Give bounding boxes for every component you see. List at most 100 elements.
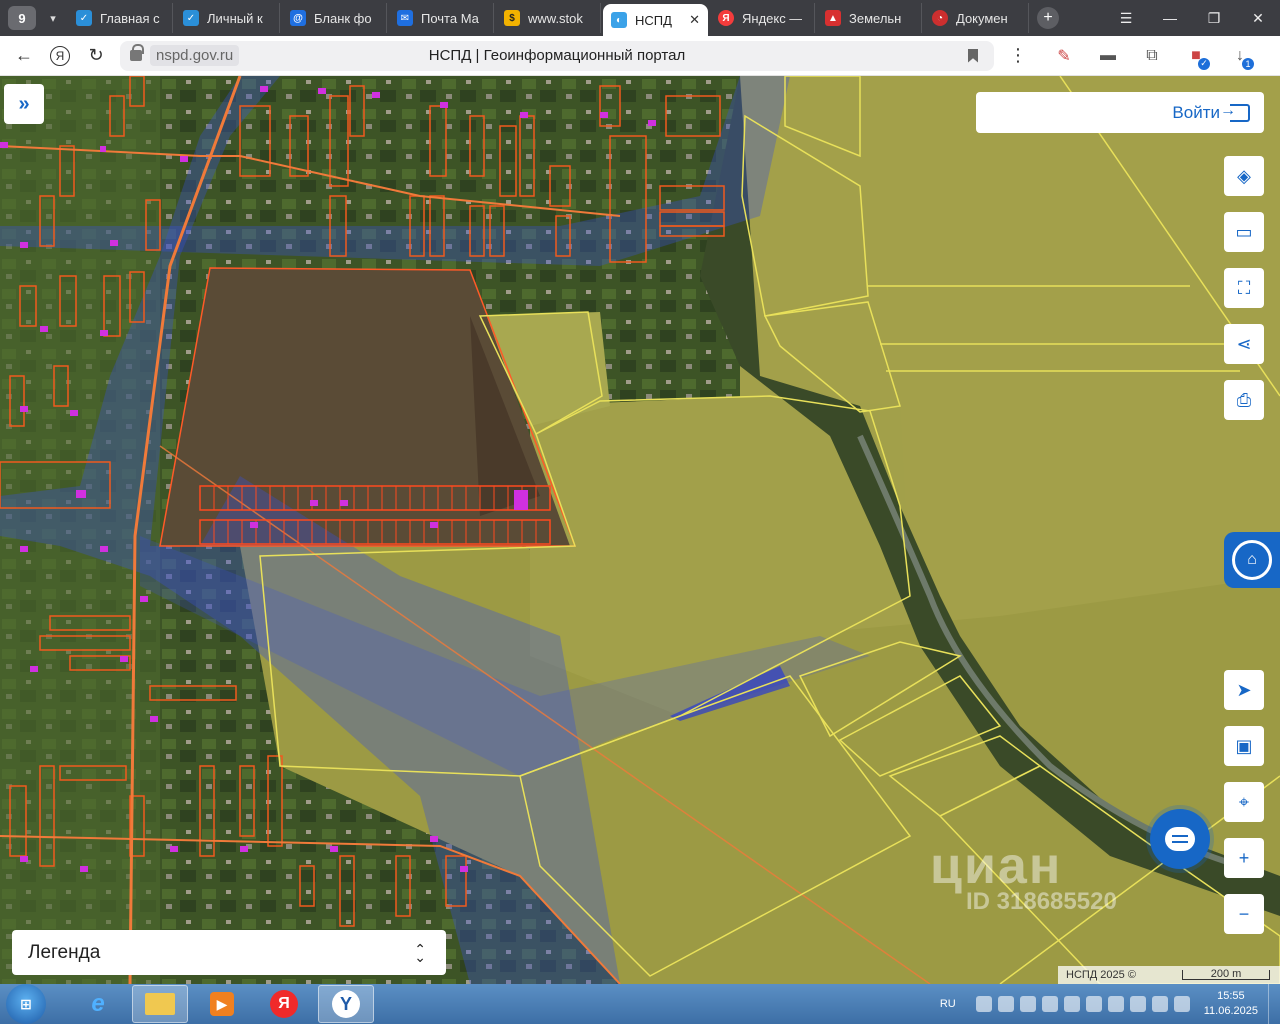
tab-label: Докумен <box>956 10 1008 26</box>
network-icon[interactable] <box>1151 996 1168 1012</box>
media-player-icon[interactable]: ▶ <box>194 985 250 1023</box>
tab-yandex[interactable]: Я Яндекс — <box>710 3 815 33</box>
extension-translate-icon[interactable]: ⧉ <box>1136 40 1168 72</box>
start-button[interactable]: ⊞ <box>6 984 46 1024</box>
region-map-icon: ⌂ <box>1232 540 1272 580</box>
extension-fox-icon[interactable]: ✎ <box>1048 40 1080 72</box>
flag-icon[interactable] <box>1129 996 1146 1012</box>
yandex-logo-icon[interactable]: Я <box>42 40 78 72</box>
tray-app-icon[interactable] <box>1063 996 1080 1012</box>
tab-counter[interactable]: 9 <box>8 6 36 30</box>
watermark-brand: циан <box>930 837 1063 895</box>
restore-icon[interactable]: ❐ <box>1192 0 1236 36</box>
tab-mail[interactable]: ✉ Почта Ма <box>389 3 494 33</box>
print-icon: ⎙ <box>1236 389 1252 410</box>
login-label: Войти <box>1172 102 1220 122</box>
tab-nspd[interactable]: ◐ НСПД ✕ <box>603 4 708 36</box>
extension-shield-icon[interactable]: ■ ✓ <box>1180 40 1212 72</box>
tray-app-icon[interactable] <box>1041 996 1058 1012</box>
menu-icon[interactable]: ☰ <box>1104 0 1148 36</box>
tab-personal-cabinet[interactable]: ✓ Личный к <box>175 3 280 33</box>
tab-list-dropdown-icon[interactable]: ▾ <box>40 6 66 30</box>
layers-icon: ◈ <box>1237 165 1251 186</box>
map-canvas[interactable]: » Войти ◈ ▭ ⛶ ⋖ ⎙ ⌂ ➤ ▣ ⌖ + − циан ID 31… <box>0 76 1280 984</box>
mail-at-icon: @ <box>290 10 306 26</box>
more-menu-icon[interactable]: ⋮ <box>1000 40 1036 72</box>
volume-icon[interactable] <box>1173 996 1190 1012</box>
yandex-y-icon[interactable]: Y <box>318 985 374 1023</box>
search-location-button[interactable]: ⌖ <box>1224 782 1264 822</box>
window-controls: ☰ — ❐ ✕ <box>1104 0 1280 36</box>
tab-land[interactable]: ▲ Земельн <box>817 3 922 33</box>
windows-taskbar: ⊞ e ▶ Я Y RU 15:55 11.06.2025 <box>0 984 1280 1024</box>
chat-button[interactable] <box>1150 809 1210 869</box>
ruler-button[interactable]: ▭ <box>1224 212 1264 252</box>
close-tab-icon[interactable]: ✕ <box>689 12 700 28</box>
tray-app-icon[interactable] <box>1019 996 1036 1012</box>
show-desktop-button[interactable] <box>1268 984 1280 1024</box>
locate-arrow-icon: ➤ <box>1236 679 1252 700</box>
expand-collapse-icon: ⌃ ⌄ <box>414 940 426 965</box>
minimap-icon: ▣ <box>1235 735 1253 756</box>
back-arrow-icon[interactable]: ← <box>6 40 42 72</box>
tray-app-icon[interactable] <box>997 996 1014 1012</box>
url-domain[interactable]: nspd.gov.ru <box>150 45 240 66</box>
yandex-browser-icon[interactable]: Я <box>256 985 312 1023</box>
downloads-icon[interactable]: ↓ 1 <box>1224 40 1256 72</box>
zoom-out-button[interactable]: − <box>1224 894 1264 934</box>
expand-panel-button[interactable]: » <box>4 84 44 124</box>
layers-button[interactable]: ◈ <box>1224 156 1264 196</box>
share-icon: ⋖ <box>1236 333 1252 354</box>
tab-stok[interactable]: $ www.stok <box>496 3 601 33</box>
tab-label: НСПД <box>635 12 672 28</box>
print-button[interactable]: ⎙ <box>1224 380 1264 420</box>
select-area-icon: ⛶ <box>1237 277 1251 298</box>
page-title: НСПД | Геоинформационный портал <box>428 47 686 64</box>
browser-navbar: ← Я ↻ nspd.gov.ru НСПД | Геоинформационн… <box>0 36 1280 76</box>
tray-monitor-icon[interactable] <box>1085 996 1102 1012</box>
bookmark-icon[interactable] <box>968 48 978 63</box>
tray-yandex-icon[interactable] <box>975 996 992 1012</box>
side-panel-tab[interactable]: ⌂ <box>1224 532 1280 588</box>
tab-label: Личный к <box>207 10 263 26</box>
watermark: циан ID 318685520 <box>930 836 1117 916</box>
share-button[interactable]: ⋖ <box>1224 324 1264 364</box>
clock[interactable]: 15:55 11.06.2025 <box>1204 989 1258 1019</box>
nspd-icon: ◐ <box>611 12 627 28</box>
chat-bubble-icon <box>1165 827 1195 851</box>
tab-gosuslugi-main[interactable]: ✓ Главная с <box>68 3 173 33</box>
watermark-id: ID 318685520 <box>966 888 1117 915</box>
minimap-button[interactable]: ▣ <box>1224 726 1264 766</box>
new-tab-button[interactable]: + <box>1037 7 1059 29</box>
search-location-icon: ⌖ <box>1238 791 1250 812</box>
tray-check-icon[interactable] <box>1107 996 1124 1012</box>
select-area-button[interactable]: ⛶ <box>1224 268 1264 308</box>
ie-icon[interactable]: e <box>70 985 126 1023</box>
tab-label: www.stok <box>528 10 583 26</box>
language-indicator[interactable]: RU <box>940 998 956 1010</box>
close-window-icon[interactable]: ✕ <box>1236 0 1280 36</box>
extension-hat-icon[interactable]: ▬ <box>1092 40 1124 72</box>
system-tray: RU 15:55 11.06.2025 <box>940 984 1280 1024</box>
land-icon: ▲ <box>825 10 841 26</box>
folder-icon[interactable] <box>132 985 188 1023</box>
clock-date: 11.06.2025 <box>1203 1005 1258 1017</box>
zoom-in-button[interactable]: + <box>1224 838 1264 878</box>
legend-panel[interactable]: Легенда ⌃ ⌄ <box>12 930 446 975</box>
reload-icon[interactable]: ↻ <box>78 40 114 72</box>
windows-logo-icon: ⊞ <box>20 995 32 1012</box>
legend-label: Легенда <box>28 941 101 963</box>
minimize-icon[interactable]: — <box>1148 0 1192 36</box>
tab-blank-form[interactable]: @ Бланк фо <box>282 3 387 33</box>
locate-button[interactable]: ➤ <box>1224 670 1264 710</box>
clock-time: 15:55 <box>1217 990 1245 1002</box>
tab-label: Яндекс — <box>742 10 803 26</box>
address-bar[interactable]: nspd.gov.ru НСПД | Геоинформационный пор… <box>120 40 994 71</box>
yandex-icon: Я <box>718 10 734 26</box>
tab-document[interactable]: ◔ Докумен <box>924 3 1029 33</box>
downloads-count-badge: 1 <box>1242 57 1254 70</box>
scale-bar: 200 m <box>1182 969 1270 980</box>
lock-icon[interactable] <box>130 44 144 61</box>
login-button[interactable]: Войти <box>976 92 1264 133</box>
stok-icon: $ <box>504 10 520 26</box>
